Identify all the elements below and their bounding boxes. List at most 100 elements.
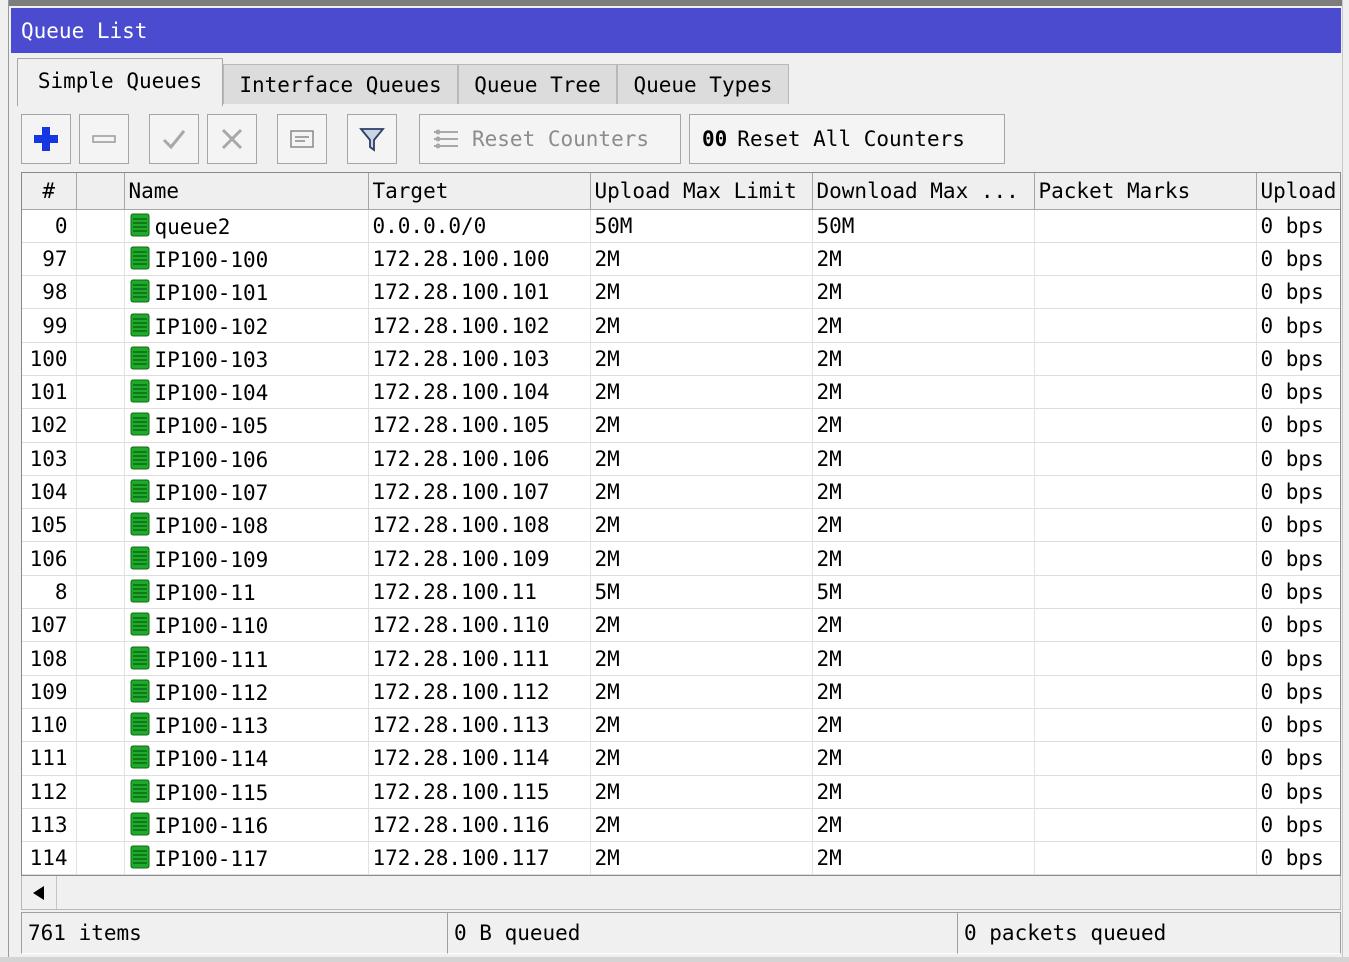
reset-counters-button[interactable]: Reset Counters xyxy=(419,114,681,164)
scroll-left-button[interactable] xyxy=(22,876,57,909)
queue-name: IP100-109 xyxy=(154,547,269,572)
cell-packet-marks xyxy=(1034,408,1257,443)
table-row[interactable]: 100 IP100-103 172.28.100.103 2M 2M 0 bps xyxy=(22,342,1340,376)
table-row[interactable]: 0 queue2 0.0.0.0/0 50M 50M 0 bps xyxy=(22,209,1340,243)
queue-icon xyxy=(130,712,149,736)
cross-icon xyxy=(221,128,243,150)
tab-queue-tree[interactable]: Queue Tree xyxy=(458,64,617,104)
table-row[interactable]: 104 IP100-107 172.28.100.107 2M 2M 0 bps xyxy=(22,475,1340,510)
cell-flags xyxy=(76,442,125,476)
arrow-left-icon xyxy=(33,885,44,900)
table-row[interactable]: 103 IP100-106 172.28.100.106 2M 2M 0 bps xyxy=(22,442,1340,476)
table-row[interactable]: 114 IP100-117 172.28.100.117 2M 2M 0 bps xyxy=(22,841,1340,875)
cell-flags xyxy=(76,508,125,543)
table-row[interactable]: 107 IP100-110 172.28.100.110 2M 2M 0 bps xyxy=(22,608,1340,643)
tab-queue-types[interactable]: Queue Types xyxy=(617,64,789,104)
cell-target: 172.28.100.108 xyxy=(368,508,591,543)
cell-upload-max-limit: 2M xyxy=(590,675,813,709)
table-row[interactable]: 106 IP100-109 172.28.100.109 2M 2M 0 bps xyxy=(22,541,1340,576)
cell-upload-rate: 0 bps xyxy=(1256,641,1340,676)
queue-name: queue2 xyxy=(154,214,231,239)
table-row[interactable]: 112 IP100-115 172.28.100.115 2M 2M 0 bps xyxy=(22,775,1340,809)
queue-name: IP100-111 xyxy=(154,647,269,672)
cell-upload-rate: 0 bps xyxy=(1256,308,1340,343)
cell-number: 8 xyxy=(22,575,77,610)
table-row[interactable]: 8 IP100-11 172.28.100.11 5M 5M 0 bps xyxy=(22,575,1340,610)
cell-upload-rate: 0 bps xyxy=(1256,775,1340,809)
cell-upload-max-limit: 2M xyxy=(590,308,813,343)
column-header-upload-max-limit[interactable]: Upload Max Limit xyxy=(590,173,813,210)
table-header: # Name Target Upload Max Limit Download … xyxy=(22,173,1340,210)
column-header-number[interactable]: # xyxy=(22,173,77,210)
comment-button[interactable] xyxy=(277,114,327,164)
tab-simple-queues[interactable]: Simple Queues xyxy=(17,58,223,106)
cell-download-max-limit: 50M xyxy=(812,209,1035,243)
enable-button[interactable] xyxy=(149,114,199,164)
table-row[interactable]: 105 IP100-108 172.28.100.108 2M 2M 0 bps xyxy=(22,508,1340,543)
cell-upload-max-limit: 5M xyxy=(590,575,813,610)
cell-download-max-limit: 2M xyxy=(812,475,1035,510)
cell-upload-max-limit: 2M xyxy=(590,442,813,476)
cell-target: 172.28.100.105 xyxy=(368,408,591,443)
window-top-border xyxy=(9,0,1342,6)
cell-target: 172.28.100.110 xyxy=(368,608,591,643)
column-header-target[interactable]: Target xyxy=(368,173,591,210)
reset-all-counters-button[interactable]: 00 Reset All Counters xyxy=(689,114,1005,164)
cell-upload-rate: 0 bps xyxy=(1256,808,1340,843)
queue-icon xyxy=(130,246,149,270)
cell-flags xyxy=(76,209,125,243)
reset-all-counters-icon: 00 xyxy=(702,127,728,151)
cell-upload-rate: 0 bps xyxy=(1256,508,1340,543)
cell-name: IP100-107 xyxy=(124,475,369,510)
cell-download-max-limit: 2M xyxy=(812,275,1035,310)
column-header-flags[interactable] xyxy=(76,173,125,210)
cell-number: 98 xyxy=(22,275,77,310)
column-header-name[interactable]: Name xyxy=(124,173,369,210)
cell-name: IP100-112 xyxy=(124,675,369,709)
cell-target: 172.28.100.11 xyxy=(368,575,591,610)
add-button[interactable] xyxy=(21,114,71,164)
cell-upload-max-limit: 2M xyxy=(590,708,813,743)
cell-download-max-limit: 2M xyxy=(812,508,1035,543)
tab-bar: Simple Queues Interface Queues Queue Tre… xyxy=(17,58,1337,108)
column-header-upload[interactable]: Upload xyxy=(1256,173,1340,210)
queue-name: IP100-105 xyxy=(154,414,269,439)
cell-download-max-limit: 2M xyxy=(812,808,1035,843)
cell-number: 97 xyxy=(22,242,77,277)
toolbar: Reset Counters 00 Reset All Counters xyxy=(21,112,1341,168)
table-row[interactable]: 98 IP100-101 172.28.100.101 2M 2M 0 bps xyxy=(22,275,1340,310)
column-header-packet-marks[interactable]: Packet Marks xyxy=(1034,173,1257,210)
cell-target: 172.28.100.102 xyxy=(368,308,591,343)
remove-button[interactable] xyxy=(79,114,129,164)
cell-flags xyxy=(76,608,125,643)
cell-upload-max-limit: 2M xyxy=(590,808,813,843)
table-row[interactable]: 109 IP100-112 172.28.100.112 2M 2M 0 bps xyxy=(22,675,1340,709)
disable-button[interactable] xyxy=(207,114,257,164)
table-row[interactable]: 97 IP100-100 172.28.100.100 2M 2M 0 bps xyxy=(22,242,1340,277)
cell-number: 105 xyxy=(22,508,77,543)
table-row[interactable]: 111 IP100-114 172.28.100.114 2M 2M 0 bps xyxy=(22,741,1340,776)
cell-packet-marks xyxy=(1034,708,1257,743)
table-row[interactable]: 110 IP100-113 172.28.100.113 2M 2M 0 bps xyxy=(22,708,1340,743)
cell-target: 172.28.100.100 xyxy=(368,242,591,277)
cell-flags xyxy=(76,708,125,743)
filter-button[interactable] xyxy=(347,114,397,164)
table-row[interactable]: 101 IP100-104 172.28.100.104 2M 2M 0 bps xyxy=(22,375,1340,410)
cell-upload-rate: 0 bps xyxy=(1256,575,1340,610)
cell-flags xyxy=(76,475,125,510)
table-row[interactable]: 108 IP100-111 172.28.100.111 2M 2M 0 bps xyxy=(22,641,1340,676)
table-row[interactable]: 99 IP100-102 172.28.100.102 2M 2M 0 bps xyxy=(22,308,1340,343)
queue-name: IP100-113 xyxy=(154,714,269,739)
table-row[interactable]: 113 IP100-116 172.28.100.116 2M 2M 0 bps xyxy=(22,808,1340,843)
queue-name: IP100-108 xyxy=(154,514,269,539)
cell-flags xyxy=(76,342,125,376)
table-row[interactable]: 102 IP100-105 172.28.100.105 2M 2M 0 bps xyxy=(22,408,1340,443)
cell-upload-rate: 0 bps xyxy=(1256,242,1340,277)
horizontal-scrollbar[interactable] xyxy=(21,876,1341,910)
tab-interface-queues[interactable]: Interface Queues xyxy=(223,64,458,104)
cell-upload-max-limit: 2M xyxy=(590,375,813,410)
cell-download-max-limit: 2M xyxy=(812,775,1035,809)
column-header-download-max[interactable]: Download Max ... xyxy=(812,173,1035,210)
cell-upload-max-limit: 2M xyxy=(590,775,813,809)
queue-icon xyxy=(130,446,149,470)
